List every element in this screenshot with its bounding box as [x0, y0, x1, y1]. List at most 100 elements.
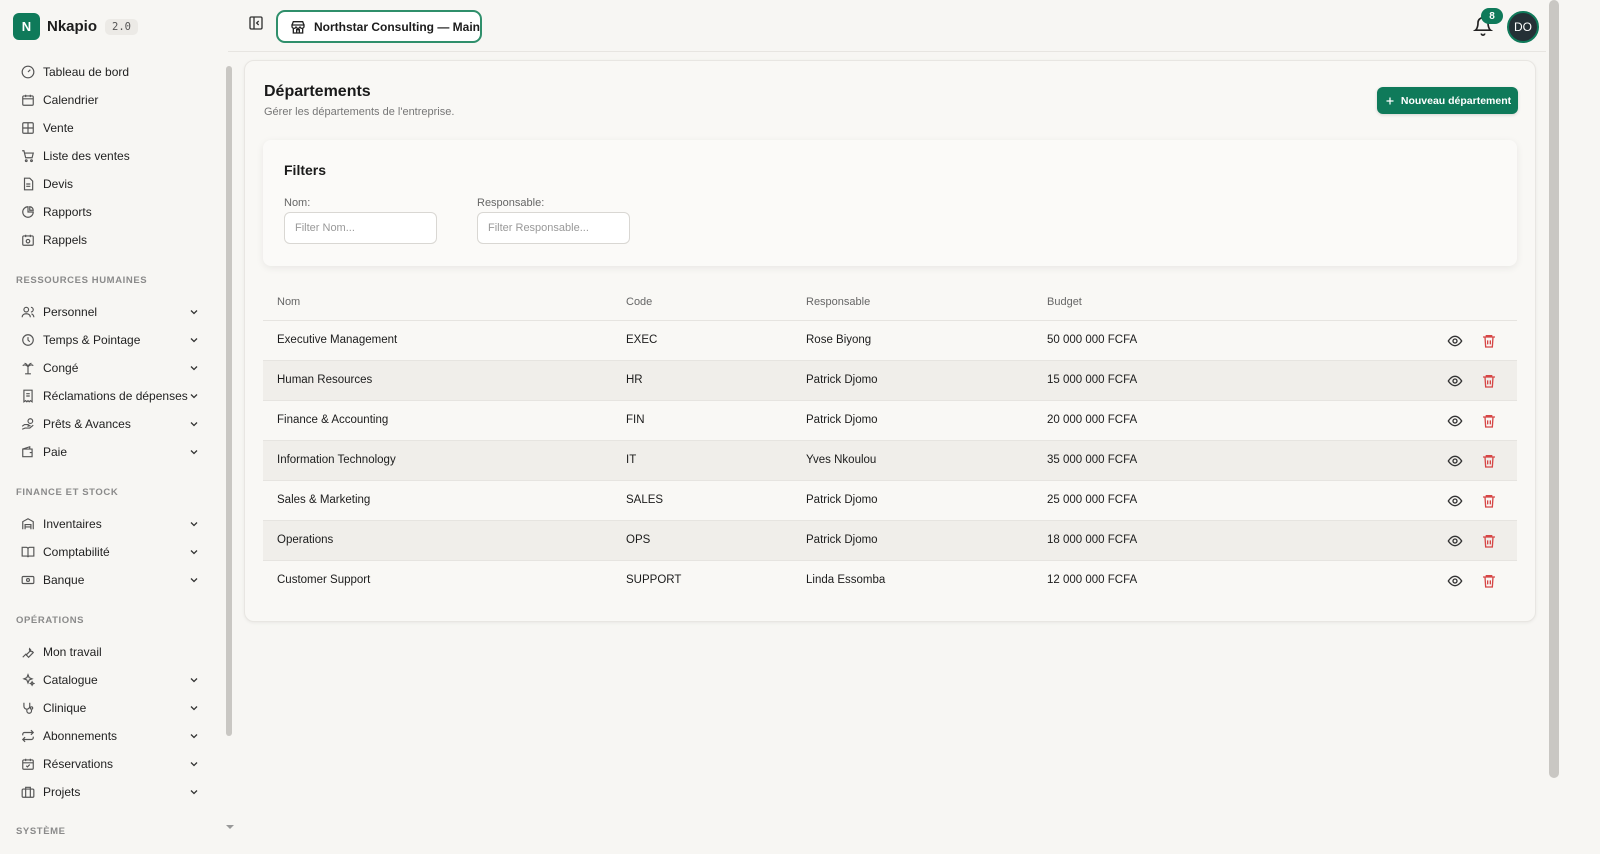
department-name: Executive Management	[277, 334, 398, 346]
department-manager: Rose Biyong	[806, 334, 872, 346]
table-row[interactable]: Operations OPS Patrick Djomo 18 000 000 …	[263, 521, 1517, 561]
chevron-down-icon[interactable]	[188, 306, 200, 318]
chevron-down-icon[interactable]	[188, 390, 200, 402]
eye-icon[interactable]	[1447, 373, 1463, 389]
column-header-manager[interactable]: Responsable	[806, 296, 870, 308]
sidebar-item-subscriptions[interactable]: Abonnements	[16, 724, 204, 748]
table-row[interactable]: Sales & Marketing SALES Patrick Djomo 25…	[263, 481, 1517, 521]
sidebar-item-label: Clinique	[43, 701, 87, 715]
chevron-down-icon[interactable]	[188, 362, 200, 374]
department-code: IT	[626, 454, 637, 466]
grid-icon	[20, 121, 35, 136]
sidebar-item-reports[interactable]: Rapports	[16, 200, 204, 224]
manager-filter-input[interactable]	[477, 212, 630, 244]
sidebar-item-reservations[interactable]: Réservations	[16, 752, 204, 776]
palm-icon	[20, 361, 35, 376]
trash-icon[interactable]	[1481, 373, 1497, 389]
sidebar-item-clinic[interactable]: Clinique	[16, 696, 204, 720]
banknote-icon	[20, 573, 35, 588]
sidebar-item-label: Devis	[43, 177, 74, 191]
user-avatar[interactable]: DO	[1507, 11, 1539, 43]
eye-icon[interactable]	[1447, 453, 1463, 469]
sidebar-item-calendar[interactable]: Calendrier	[16, 88, 204, 112]
sidebar-item-expense-claims[interactable]: Réclamations de dépenses	[16, 384, 204, 408]
sidebar-item-accounting[interactable]: Comptabilité	[16, 540, 204, 564]
sidebar-item-sale[interactable]: Vente	[16, 116, 204, 140]
eye-icon[interactable]	[1447, 493, 1463, 509]
trash-icon[interactable]	[1481, 333, 1497, 349]
chevron-down-icon[interactable]	[188, 418, 200, 430]
table-row[interactable]: Human Resources HR Patrick Djomo 15 000 …	[263, 361, 1517, 401]
table-row[interactable]: Executive Management EXEC Rose Biyong 50…	[263, 321, 1517, 361]
sidebar-item-dashboard[interactable]: Tableau de bord	[16, 60, 204, 84]
chevron-down-icon[interactable]	[188, 674, 200, 686]
sidebar-item-staff[interactable]: Personnel	[16, 300, 204, 324]
sidebar-item-sales-list[interactable]: Liste des ventes	[16, 144, 204, 168]
scroll-down-arrow-icon[interactable]	[225, 823, 235, 831]
column-header-code[interactable]: Code	[626, 296, 652, 308]
sidebar: N Nkapio 2.0 Tableau de bord Calendrier …	[0, 0, 234, 854]
sidebar-item-label: Personnel	[43, 305, 98, 319]
plus-icon	[1386, 97, 1394, 104]
department-manager: Linda Essomba	[806, 574, 886, 586]
brand-logo: N	[13, 13, 40, 40]
document-icon	[20, 177, 35, 192]
sidebar-item-leave[interactable]: Congé	[16, 356, 204, 380]
version-badge: 2.0	[105, 18, 138, 35]
page-subtitle: Gérer les départements de l'entreprise.	[264, 106, 455, 118]
trash-icon[interactable]	[1481, 413, 1497, 429]
sidebar-item-loans[interactable]: Prêts & Avances	[16, 412, 204, 436]
table-row[interactable]: Customer Support SUPPORT Linda Essomba 1…	[263, 561, 1517, 601]
chevron-down-icon[interactable]	[188, 546, 200, 558]
trash-icon[interactable]	[1481, 533, 1497, 549]
sidebar-toggle-icon[interactable]	[248, 15, 264, 31]
briefcase-icon	[20, 785, 35, 800]
sidebar-item-payroll[interactable]: Paie	[16, 440, 204, 464]
sidebar-item-projects[interactable]: Projets	[16, 780, 204, 804]
chevron-down-icon[interactable]	[188, 786, 200, 798]
repeat-icon	[20, 729, 35, 744]
page-scrollbar[interactable]	[1549, 0, 1559, 778]
eye-icon[interactable]	[1447, 333, 1463, 349]
department-code: OPS	[626, 534, 651, 546]
chevron-down-icon[interactable]	[188, 758, 200, 770]
department-budget: 50 000 000 FCFA	[1047, 334, 1138, 346]
eye-icon[interactable]	[1447, 533, 1463, 549]
sidebar-item-label: Liste des ventes	[43, 149, 130, 163]
sidebar-item-reminders[interactable]: Rappels	[16, 228, 204, 252]
chevron-down-icon[interactable]	[188, 334, 200, 346]
sidebar-item-time-tracking[interactable]: Temps & Pointage	[16, 328, 204, 352]
sidebar-item-label: Calendrier	[43, 93, 99, 107]
chevron-down-icon[interactable]	[188, 446, 200, 458]
sidebar-item-bank[interactable]: Banque	[16, 568, 204, 592]
eye-icon[interactable]	[1447, 573, 1463, 589]
department-budget: 15 000 000 FCFA	[1047, 374, 1138, 386]
sidebar-item-inventories[interactable]: Inventaires	[16, 512, 204, 536]
new-department-button[interactable]: Nouveau département	[1377, 87, 1518, 114]
eye-icon[interactable]	[1447, 413, 1463, 429]
department-code: SALES	[626, 494, 664, 506]
column-header-name[interactable]: Nom	[277, 296, 300, 308]
department-name: Information Technology	[277, 454, 396, 466]
trash-icon[interactable]	[1481, 453, 1497, 469]
department-name: Customer Support	[277, 574, 371, 586]
table-row[interactable]: Information Technology IT Yves Nkoulou 3…	[263, 441, 1517, 481]
department-manager: Yves Nkoulou	[806, 454, 877, 466]
sidebar-scrollbar[interactable]	[226, 66, 232, 736]
organization-switcher[interactable]: Northstar Consulting — Main	[276, 10, 482, 43]
chevron-down-icon[interactable]	[188, 730, 200, 742]
sidebar-item-quotes[interactable]: Devis	[16, 172, 204, 196]
name-filter-input[interactable]	[284, 212, 437, 244]
chevron-down-icon[interactable]	[188, 702, 200, 714]
table-row[interactable]: Finance & Accounting FIN Patrick Djomo 2…	[263, 401, 1517, 441]
column-header-budget[interactable]: Budget	[1047, 296, 1082, 308]
department-manager: Patrick Djomo	[806, 414, 878, 426]
trash-icon[interactable]	[1481, 573, 1497, 589]
chevron-down-icon[interactable]	[188, 518, 200, 530]
chevron-down-icon[interactable]	[188, 574, 200, 586]
sidebar-item-catalog[interactable]: Catalogue	[16, 668, 204, 692]
sidebar-item-my-work[interactable]: Mon travail	[16, 640, 204, 664]
trash-icon[interactable]	[1481, 493, 1497, 509]
wallet-icon	[20, 445, 35, 460]
brand[interactable]: N Nkapio 2.0	[13, 13, 138, 40]
